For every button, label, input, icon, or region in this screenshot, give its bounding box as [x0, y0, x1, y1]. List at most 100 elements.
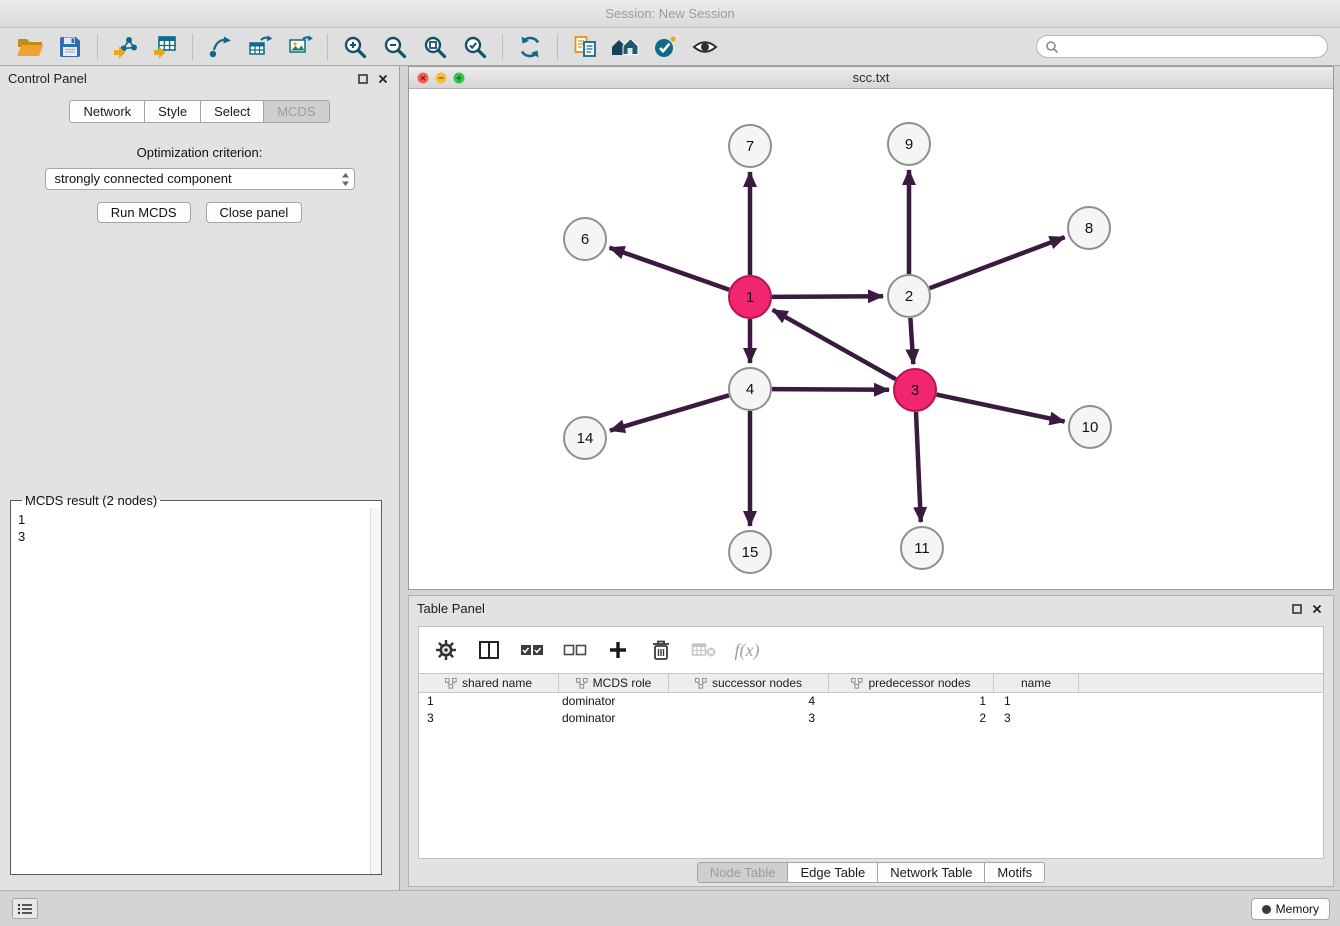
title-bar: Session: New Session — [0, 0, 1340, 28]
optimization-criterion-select[interactable]: strongly connected component — [45, 168, 355, 190]
graph-node-label: 8 — [1085, 220, 1093, 237]
result-scrollbar[interactable] — [370, 508, 381, 874]
window-minimize-button[interactable] — [435, 72, 447, 84]
graph-edge-3-1[interactable] — [773, 310, 896, 379]
open-folder-button[interactable] — [10, 31, 50, 63]
table-tab-bar: Node Table Edge Table Network Table Moti… — [409, 862, 1333, 883]
search-field[interactable] — [1036, 35, 1328, 58]
float-table-panel-button[interactable] — [1291, 603, 1303, 615]
graph-node-9[interactable]: 9 — [888, 123, 930, 165]
float-panel-button[interactable] — [357, 73, 369, 85]
graph-node-label: 1 — [746, 289, 754, 306]
close-panel-button-secondary[interactable]: Close panel — [206, 202, 303, 223]
column-layout-button[interactable] — [472, 634, 506, 666]
export-image-icon — [287, 34, 313, 60]
tab-edge-table[interactable]: Edge Table — [788, 862, 878, 883]
table-row[interactable]: 1 dominator 4 1 1 — [419, 693, 1323, 710]
column-header-shared-name[interactable]: shared name — [419, 674, 559, 692]
close-table-panel-button[interactable] — [1311, 603, 1323, 615]
function-builder-button[interactable]: f(x) — [730, 634, 764, 666]
graph-node-1[interactable]: 1 — [729, 276, 771, 318]
search-input[interactable] — [1064, 40, 1319, 54]
graph-edge-1-6[interactable] — [610, 248, 730, 290]
graph-node-10[interactable]: 10 — [1069, 406, 1111, 448]
graph-node-4[interactable]: 4 — [729, 368, 771, 410]
window-close-button[interactable] — [417, 72, 429, 84]
graph-node-15[interactable]: 15 — [729, 531, 771, 573]
tab-motifs[interactable]: Motifs — [985, 862, 1045, 883]
zoom-out-button[interactable] — [375, 31, 415, 63]
cell-predecessor-nodes[interactable]: 1 — [829, 693, 994, 710]
delete-table-button[interactable] — [687, 634, 721, 666]
tab-network[interactable]: Network — [69, 100, 145, 123]
deselect-all-rows-button[interactable] — [558, 634, 592, 666]
graph-edge-4-14[interactable] — [610, 395, 729, 430]
cell-name[interactable]: 3 — [994, 710, 1079, 727]
tab-node-table[interactable]: Node Table — [697, 862, 789, 883]
graph-node-6[interactable]: 6 — [564, 218, 606, 260]
cell-successor-nodes[interactable]: 3 — [669, 710, 829, 727]
tab-style[interactable]: Style — [145, 100, 201, 123]
column-label: predecessor nodes — [868, 676, 970, 690]
graph-node-3[interactable]: 3 — [894, 369, 936, 411]
export-table-button[interactable] — [240, 31, 280, 63]
cell-shared-name[interactable]: 1 — [419, 693, 559, 710]
graph-edge-3-10[interactable] — [937, 395, 1065, 422]
task-history-button[interactable] — [12, 898, 38, 919]
graph-node-14[interactable]: 14 — [564, 417, 606, 459]
cell-name[interactable]: 1 — [994, 693, 1079, 710]
export-image-button[interactable] — [280, 31, 320, 63]
export-network-button[interactable] — [200, 31, 240, 63]
cell-shared-name[interactable]: 3 — [419, 710, 559, 727]
column-header-predecessor-nodes[interactable]: predecessor nodes — [829, 674, 994, 692]
graph-node-label: 15 — [742, 544, 759, 561]
network-canvas[interactable]: 7 9 6 8 1 2 4 3 14 10 15 11 — [409, 89, 1333, 589]
window-zoom-button[interactable] — [453, 72, 465, 84]
cell-mcds-role[interactable]: dominator — [559, 710, 669, 727]
zoom-fit-button[interactable] — [415, 31, 455, 63]
copy-document-button[interactable] — [565, 31, 605, 63]
graph-node-11[interactable]: 11 — [901, 527, 943, 569]
graph-edge-1-2[interactable] — [772, 296, 883, 297]
tab-select[interactable]: Select — [201, 100, 264, 123]
graph-edge-2-8[interactable] — [930, 237, 1065, 288]
zoom-in-button[interactable] — [335, 31, 375, 63]
import-network-button[interactable] — [105, 31, 145, 63]
select-all-rows-button[interactable] — [515, 634, 549, 666]
cell-predecessor-nodes[interactable]: 2 — [829, 710, 994, 727]
cell-mcds-role[interactable]: dominator — [559, 693, 669, 710]
graph-node-7[interactable]: 7 — [729, 125, 771, 167]
apply-style-button[interactable] — [645, 31, 685, 63]
run-mcds-button[interactable]: Run MCDS — [97, 202, 191, 223]
table-row[interactable]: 3 dominator 3 2 3 — [419, 710, 1323, 727]
refresh-view-button[interactable] — [510, 31, 550, 63]
column-header-successor-nodes[interactable]: successor nodes — [669, 674, 829, 692]
column-label: shared name — [462, 676, 532, 690]
network-window-title: scc.txt — [853, 70, 890, 85]
delete-row-button[interactable] — [644, 634, 678, 666]
cell-successor-nodes[interactable]: 4 — [669, 693, 829, 710]
column-header-name[interactable]: name — [994, 674, 1079, 692]
table-settings-button[interactable] — [429, 634, 463, 666]
add-row-button[interactable] — [601, 634, 635, 666]
graph-edge-4-3[interactable] — [772, 389, 889, 390]
import-table-button[interactable] — [145, 31, 185, 63]
mcds-result-box: MCDS result (2 nodes) 1 3 — [10, 493, 382, 875]
graph-node-8[interactable]: 8 — [1068, 207, 1110, 249]
graph-node-2[interactable]: 2 — [888, 275, 930, 317]
show-graphics-button[interactable] — [685, 31, 725, 63]
graph-edge-3-11[interactable] — [916, 412, 921, 522]
checked-boxes-icon — [520, 642, 544, 658]
close-panel-button[interactable] — [377, 73, 389, 85]
network-window-titlebar[interactable]: scc.txt — [409, 67, 1333, 89]
save-session-button[interactable] — [50, 31, 90, 63]
mcds-result-title: MCDS result (2 nodes) — [22, 493, 160, 508]
zoom-selected-button[interactable] — [455, 31, 495, 63]
home-button[interactable] — [605, 31, 645, 63]
tab-network-table[interactable]: Network Table — [878, 862, 985, 883]
tab-mcds[interactable]: MCDS — [264, 100, 329, 123]
memory-button[interactable]: Memory — [1251, 898, 1330, 920]
open-folder-icon — [16, 35, 44, 59]
graph-edge-2-3[interactable] — [910, 318, 913, 364]
column-header-mcds-role[interactable]: MCDS role — [559, 674, 669, 692]
